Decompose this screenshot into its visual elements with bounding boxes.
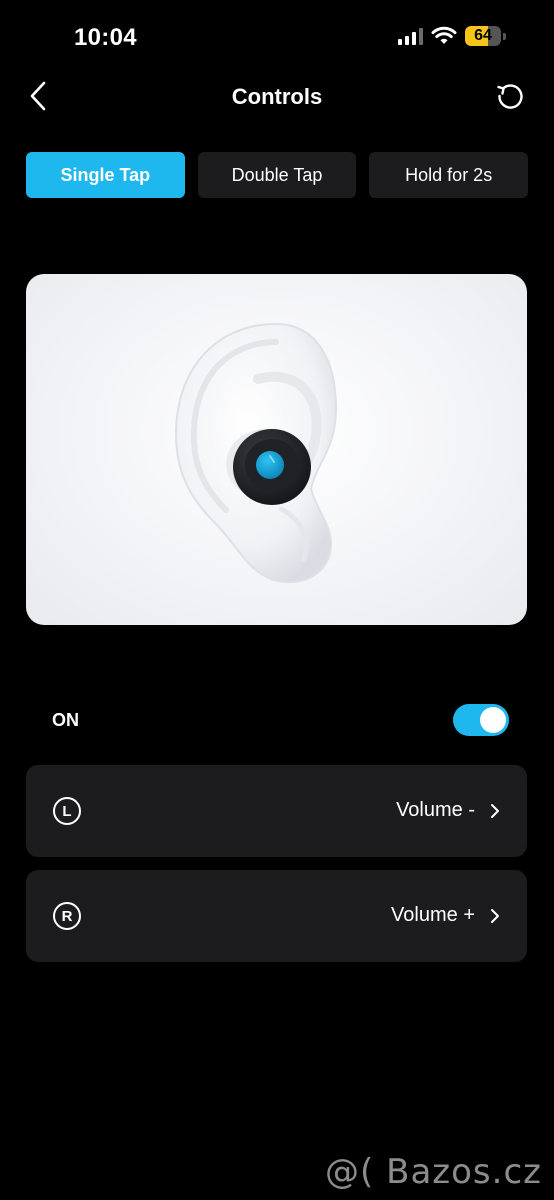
status-icons: 64 <box>398 26 506 46</box>
chevron-right-icon <box>491 804 499 818</box>
right-side-icon: R <box>53 902 81 930</box>
right-earbud-control-row[interactable]: R Volume + <box>26 870 527 962</box>
right-control-value: Volume + <box>391 904 475 926</box>
status-time: 10:04 <box>74 24 137 51</box>
battery-icon: 64 <box>465 26 501 46</box>
on-toggle-row: ON <box>26 700 527 740</box>
on-label: ON <box>52 710 79 730</box>
tap-mode-tabs: Single Tap Double Tap Hold for 2s <box>26 152 529 198</box>
nav-header: Controls <box>0 72 554 122</box>
toggle-knob <box>480 707 506 733</box>
status-bar: 10:04 64 <box>0 0 554 70</box>
chevron-right-icon <box>491 909 499 923</box>
tab-hold-for-2s[interactable]: Hold for 2s <box>369 152 529 198</box>
left-earbud-control-row[interactable]: L Volume - <box>26 765 527 857</box>
watermark: @( Bazos.cz <box>325 1152 542 1192</box>
ear-with-earbud-illustration <box>174 322 338 584</box>
wifi-icon <box>431 26 457 44</box>
cellular-signal-icon <box>398 27 423 45</box>
page-title: Controls <box>231 84 323 109</box>
reset-icon <box>497 84 523 109</box>
tab-single-tap[interactable]: Single Tap <box>26 152 185 198</box>
battery-level: 64 <box>474 27 492 44</box>
left-side-icon: L <box>53 797 81 825</box>
tab-double-tap[interactable]: Double Tap <box>197 152 357 198</box>
on-toggle-switch[interactable] <box>453 704 509 736</box>
left-control-value: Volume - <box>396 799 475 821</box>
ear-earbud-illustration <box>26 274 527 625</box>
battery-nub <box>503 32 506 40</box>
reset-button[interactable] <box>492 79 528 115</box>
